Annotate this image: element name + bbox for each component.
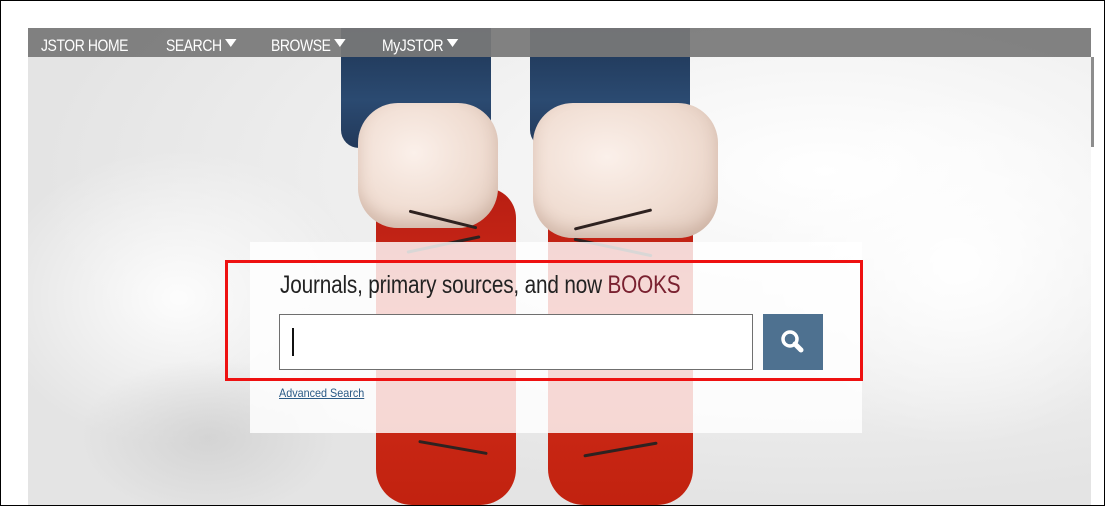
nav-search-menu[interactable]: SEARCH [166, 35, 237, 57]
fleece-cuff-left-image [358, 103, 498, 228]
screenshot-frame: JSTOR HOME SEARCH BROWSE MyJSTOR Journal… [0, 0, 1105, 506]
chevron-down-icon [446, 39, 458, 47]
chevron-down-icon [224, 39, 237, 47]
nav-browse-menu[interactable]: BROWSE [271, 35, 346, 57]
nav-myjstor-menu[interactable]: MyJSTOR [382, 35, 458, 57]
advanced-search-link[interactable]: Advanced Search [279, 386, 364, 400]
top-nav-bar: JSTOR HOME SEARCH BROWSE MyJSTOR [28, 28, 1091, 57]
nav-browse-label: BROWSE [271, 36, 331, 55]
chevron-down-icon [333, 39, 346, 47]
nav-myjstor-label: MyJSTOR [382, 36, 444, 55]
nav-search-label: SEARCH [166, 36, 222, 55]
callout-highlight-box [225, 260, 863, 381]
nav-jstor-home-label: JSTOR HOME [41, 36, 129, 55]
nav-jstor-home[interactable]: JSTOR HOME [41, 35, 128, 57]
page-scrollbar-thumb[interactable] [1091, 57, 1094, 147]
